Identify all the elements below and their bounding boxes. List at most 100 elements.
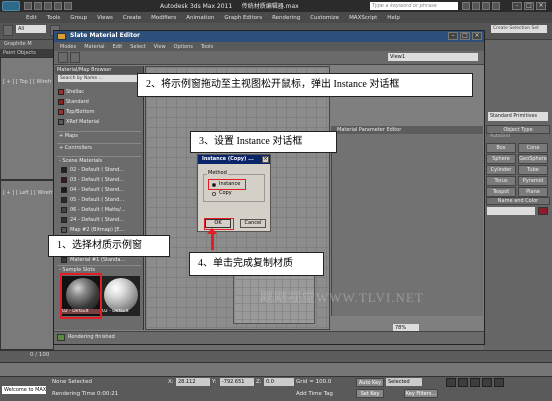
dialog-close-button[interactable]: ×	[262, 156, 269, 163]
primitives-dropdown[interactable]: Standard Primitives	[488, 112, 548, 121]
help-icon[interactable]	[492, 2, 500, 10]
track-bar[interactable]	[0, 362, 552, 376]
library-item[interactable]: Top/Bottom	[58, 108, 142, 116]
geosphere-button[interactable]: GeoSphere	[518, 154, 548, 164]
library-item[interactable]: Standard	[58, 98, 142, 106]
viewport-top-label[interactable]: [ + ] [ Top ] [ Wirefr	[3, 79, 52, 85]
object-color-swatch[interactable]	[538, 207, 548, 215]
box-button[interactable]: Box	[486, 143, 516, 153]
object-name-field[interactable]	[487, 207, 535, 215]
open-file-icon[interactable]	[34, 2, 42, 10]
menu-graph-editors[interactable]: Graph Editors	[224, 15, 262, 21]
time-slider[interactable]	[0, 350, 552, 362]
browser-search-input[interactable]: Search by Name ...	[58, 75, 140, 82]
sample-slots-group[interactable]: - Sample Slots	[57, 265, 141, 273]
y-coordinate-field[interactable]: -792.651	[220, 378, 254, 386]
scene-material-item[interactable]: 04 - Default ( Stand...	[60, 186, 142, 194]
cylinder-button[interactable]: Cylinder	[486, 165, 516, 175]
viewport-left[interactable]	[0, 180, 54, 350]
z-coordinate-field[interactable]: 0.0	[264, 378, 294, 386]
sme-menu-view[interactable]: View	[154, 44, 166, 50]
torus-button[interactable]: Torus	[486, 176, 516, 186]
scene-material-item[interactable]: 06 - Default ( Matte/...	[60, 206, 142, 214]
close-button[interactable]: ×	[536, 2, 546, 10]
view-dropdown[interactable]: View1	[388, 53, 478, 61]
menu-tools[interactable]: Tools	[47, 15, 61, 21]
minimize-button[interactable]: –	[512, 2, 522, 10]
subscription-icon[interactable]	[472, 2, 480, 10]
app-logo-icon[interactable]	[2, 1, 20, 11]
sme-menu-material[interactable]: Material	[84, 44, 104, 50]
scene-materials-group[interactable]: - Scene Materials	[57, 156, 141, 164]
object-type-rollout[interactable]: Object Type	[486, 125, 550, 134]
save-file-icon[interactable]	[44, 2, 52, 10]
instance-dialog-title[interactable]: Instance (Copy) ...	[198, 155, 270, 164]
sme-menu-edit[interactable]: Edit	[113, 44, 123, 50]
undo-icon[interactable]	[54, 2, 62, 10]
next-frame-icon[interactable]	[482, 378, 492, 387]
goto-end-icon[interactable]	[494, 378, 504, 387]
goto-start-icon[interactable]	[446, 378, 456, 387]
scene-material-item[interactable]: Map #2 (Bitmap) [E...	[60, 226, 142, 234]
scene-material-item[interactable]: 05 - Default ( Stand...	[60, 196, 142, 204]
sme-menu-options[interactable]: Options	[174, 44, 193, 50]
menu-create[interactable]: Create	[123, 15, 141, 21]
sme-minimize-button[interactable]: –	[448, 32, 458, 40]
tube-button[interactable]: Tube	[518, 165, 548, 175]
prev-frame-icon[interactable]	[458, 378, 468, 387]
autogrid-checkbox[interactable]: AutoGrid	[490, 134, 510, 139]
undo-toolbar-icon[interactable]	[3, 25, 13, 36]
play-icon[interactable]	[470, 378, 480, 387]
x-coordinate-field[interactable]: 28.112	[176, 378, 210, 386]
controllers-group[interactable]: + Controllers	[57, 143, 141, 151]
help-search-input[interactable]: Type a keyword or phrase	[370, 2, 458, 10]
library-item[interactable]: Shellac	[58, 88, 142, 96]
auto-key-button[interactable]: Auto Key	[356, 378, 384, 387]
new-file-icon[interactable]	[24, 2, 32, 10]
viewport-left-label[interactable]: [ + ] [ Left ] [ Wirefr	[3, 190, 53, 196]
key-filters-button[interactable]: Key Filters...	[404, 389, 438, 398]
named-selection-set-dropdown[interactable]: Create Selection Set	[491, 25, 547, 33]
scene-material-item[interactable]: 24 - Default ( Stand...	[60, 216, 142, 224]
search-icon[interactable]	[462, 2, 470, 10]
sme-menu-select[interactable]: Select	[130, 44, 145, 50]
communication-icon[interactable]	[482, 2, 490, 10]
name-and-color-rollout[interactable]: Name and Color	[486, 197, 550, 205]
menu-views[interactable]: Views	[97, 15, 113, 21]
plane-button[interactable]: Plane	[518, 187, 548, 197]
menu-customize[interactable]: Customize	[310, 15, 339, 21]
selection-filter-dropdown[interactable]: All	[16, 25, 46, 33]
teapot-button[interactable]: Teapot	[486, 187, 516, 197]
add-time-tag-button[interactable]: Add Time Tag	[296, 391, 333, 397]
menu-maxscript[interactable]: MAXScript	[349, 15, 377, 21]
maps-group[interactable]: + Maps	[57, 131, 141, 139]
menu-animation[interactable]: Animation	[186, 15, 214, 21]
pick-material-icon[interactable]	[58, 52, 68, 63]
library-item[interactable]: XRef Material	[58, 118, 142, 126]
sphere-button[interactable]: Sphere	[486, 154, 516, 164]
menu-help[interactable]: Help	[387, 15, 400, 21]
pyramid-button[interactable]: Pyramid	[518, 176, 548, 186]
cone-button[interactable]: Cone	[518, 143, 548, 153]
maxscript-listener-field[interactable]: Welcome to MAX	[2, 386, 46, 394]
menu-edit[interactable]: Edit	[26, 15, 37, 21]
graphite-ribbon-label[interactable]: Graphite M	[4, 41, 32, 47]
key-selection-dropdown[interactable]: Selected	[386, 378, 422, 386]
sme-menu-modes[interactable]: Modes	[60, 44, 76, 50]
ribbon-tab-paint-objects[interactable]: Paint Objects	[3, 50, 36, 56]
assign-material-icon[interactable]	[70, 52, 80, 63]
maximize-button[interactable]: □	[524, 2, 534, 10]
menu-modifiers[interactable]: Modifiers	[151, 15, 176, 21]
cancel-button[interactable]: Cancel	[240, 219, 266, 228]
sme-menu-tools[interactable]: Tools	[201, 44, 213, 50]
menu-rendering[interactable]: Rendering	[272, 15, 300, 21]
copy-radio[interactable]	[212, 192, 216, 196]
scene-material-item[interactable]: Material #1 (Standa...	[60, 256, 142, 264]
copy-radio-label[interactable]: Copy	[219, 190, 232, 196]
scene-material-item[interactable]: 02 - Default ( Stand...	[60, 166, 142, 174]
sme-close-button[interactable]: ×	[472, 32, 482, 40]
scene-material-item[interactable]: 03 - Default ( Stand...	[60, 176, 142, 184]
viewport-top[interactable]	[0, 57, 54, 180]
set-key-button[interactable]: Set Key	[356, 389, 384, 398]
redo-icon[interactable]	[64, 2, 72, 10]
